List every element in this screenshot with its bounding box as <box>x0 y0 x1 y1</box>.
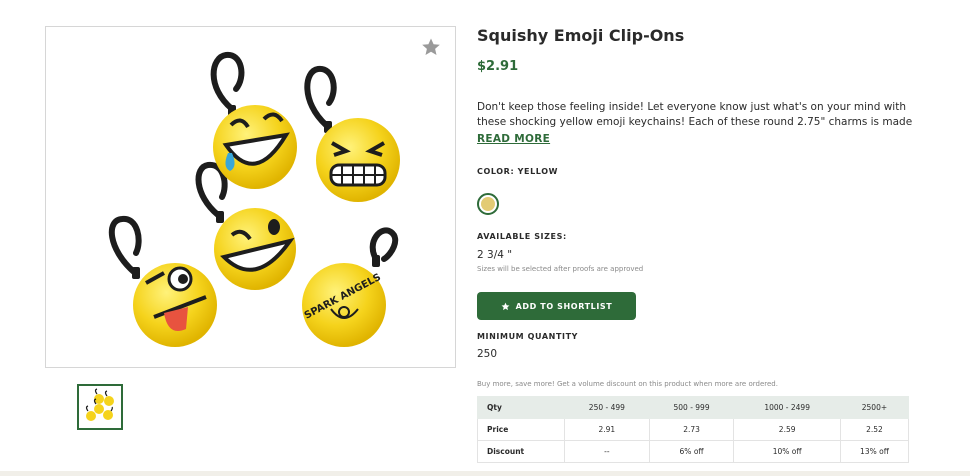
table-header-cell: Qty <box>477 396 565 419</box>
minimum-quantity-label: MINIMUM QUANTITY <box>477 332 579 341</box>
star-icon <box>501 302 510 310</box>
table-cell: 6% off <box>648 440 735 463</box>
add-to-shortlist-label: ADD TO SHORTLIST <box>515 301 613 311</box>
table-cell: Price <box>477 418 565 441</box>
minimum-quantity-value: 250 <box>477 348 498 360</box>
table-header-cell: 250 - 499 <box>564 396 650 419</box>
table-cell: 2.52 <box>839 418 910 441</box>
table-row: Price 2.91 2.73 2.59 2.52 <box>477 418 910 441</box>
read-more-link[interactable]: READ MORE <box>477 133 550 145</box>
table-cell: 2.73 <box>648 418 735 441</box>
color-label: COLOR: YELLOW <box>477 167 559 176</box>
table-header-cell: 1000 - 2499 <box>733 396 841 419</box>
product-thumbnail[interactable] <box>77 384 123 430</box>
product-image: SPARK ANGELS <box>108 52 400 347</box>
pricing-table: Qty 250 - 499 500 - 999 1000 - 2499 2500… <box>477 396 910 463</box>
product-image-frame[interactable]: SPARK ANGELS <box>45 26 456 368</box>
product-price: $2.91 <box>477 59 519 74</box>
page-footer-strip <box>0 471 970 476</box>
product-description: Don't keep those feeling inside! Let eve… <box>477 101 913 128</box>
table-cell: 2.59 <box>733 418 841 441</box>
available-sizes-label: AVAILABLE SIZES: <box>477 232 567 241</box>
size-note: Sizes will be selected after proofs are … <box>477 265 644 273</box>
swatch-fill <box>481 197 495 211</box>
color-swatch-yellow[interactable] <box>477 193 499 215</box>
product-title: Squishy Emoji Clip-Ons <box>477 26 685 45</box>
table-cell: Discount <box>477 440 565 463</box>
table-cell: -- <box>564 440 650 463</box>
table-header-cell: 500 - 999 <box>648 396 735 419</box>
volume-discount-note: Buy more, save more! Get a volume discou… <box>477 380 778 388</box>
size-value: 2 3/4 " <box>477 249 513 261</box>
thumbnail-image <box>85 388 114 421</box>
table-header-cell: 2500+ <box>839 396 910 419</box>
add-to-shortlist-button[interactable]: ADD TO SHORTLIST <box>477 292 636 320</box>
table-cell: 13% off <box>839 440 910 463</box>
table-cell: 2.91 <box>564 418 650 441</box>
table-cell: 10% off <box>733 440 841 463</box>
table-header-row: Qty 250 - 499 500 - 999 1000 - 2499 2500… <box>477 396 910 419</box>
star-icon[interactable] <box>421 37 441 57</box>
table-row: Discount -- 6% off 10% off 13% off <box>477 440 910 463</box>
